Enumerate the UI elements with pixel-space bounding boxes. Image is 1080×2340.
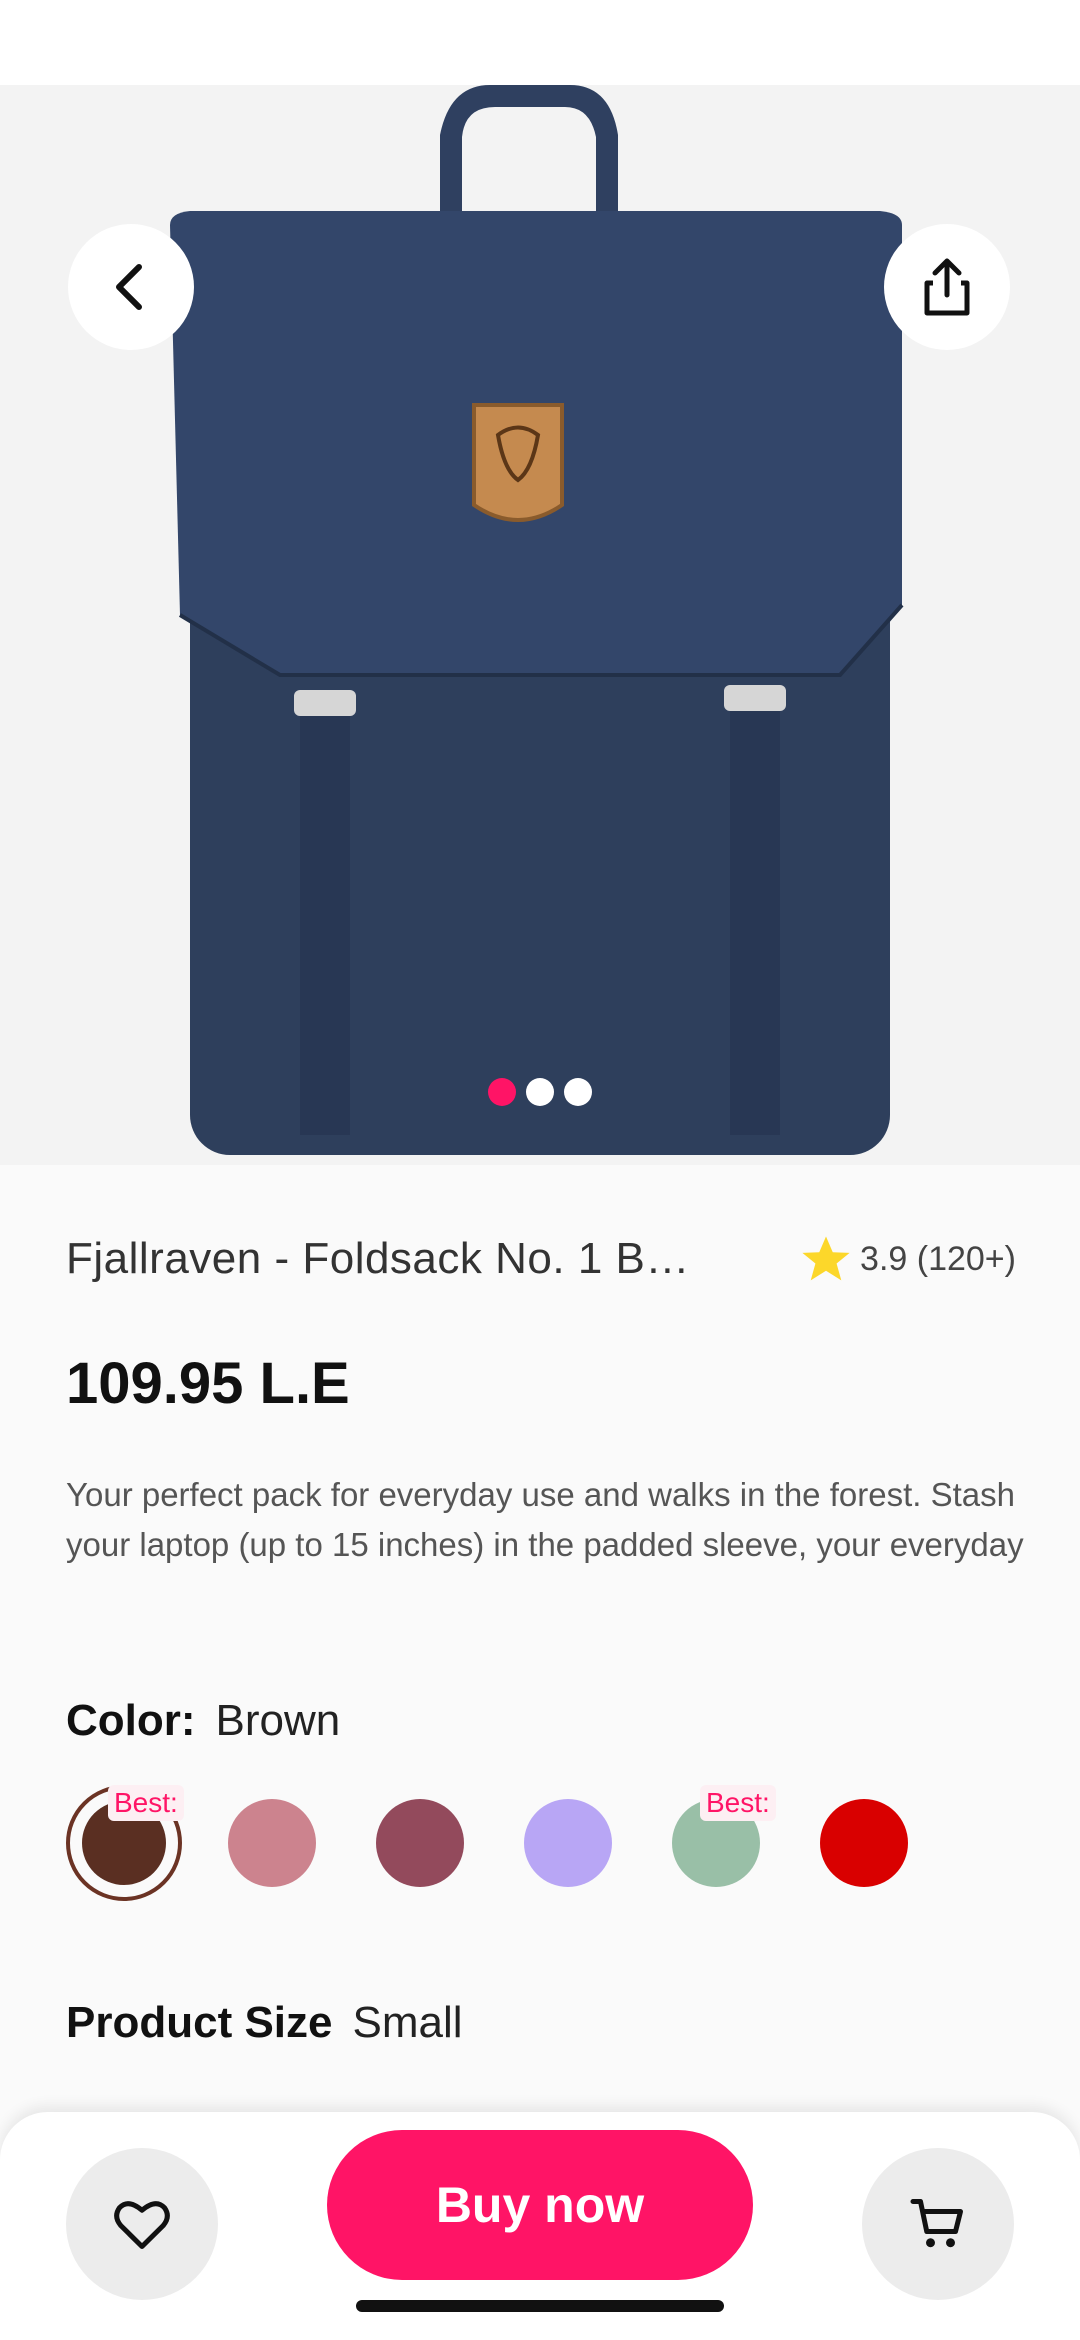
color-swatch[interactable] [510, 1785, 626, 1901]
star-icon [802, 1236, 850, 1281]
color-swatch[interactable] [214, 1785, 330, 1901]
carousel-dot[interactable] [526, 1078, 554, 1106]
swatch-color [820, 1799, 908, 1887]
chevron-left-icon [116, 264, 142, 310]
product-image-carousel[interactable] [0, 85, 1080, 1165]
share-button[interactable] [884, 224, 1010, 350]
color-swatches: Best: Best: [66, 1785, 1016, 1905]
product-title: Fjallraven - Foldsack No. 1 B… [66, 1234, 690, 1283]
color-swatch[interactable] [362, 1785, 478, 1901]
product-price: 109.95 L.E [66, 1351, 350, 1416]
heart-icon [114, 2201, 170, 2249]
color-selector-header: Color: Brown [66, 1696, 340, 1746]
home-indicator [356, 2300, 724, 2312]
swatch-color [376, 1799, 464, 1887]
carousel-dot[interactable] [564, 1078, 592, 1106]
cart-icon [910, 2199, 963, 2248]
share-icon [924, 258, 970, 316]
swatch-color [524, 1799, 612, 1887]
swatch-color [228, 1799, 316, 1887]
product-image [170, 85, 904, 1155]
product-description: Your perfect pack for everyday use and w… [66, 1476, 1024, 1563]
carousel-indicator [0, 1078, 1080, 1106]
favorite-button[interactable] [66, 2148, 218, 2300]
buy-now-button[interactable]: Buy now [327, 2130, 753, 2280]
color-swatch[interactable]: Best: [66, 1785, 184, 1901]
color-label: Color: [66, 1696, 196, 1745]
size-selector-header: Product Size Small [66, 1998, 463, 2048]
best-badge: Best: [108, 1785, 184, 1821]
best-badge: Best: [700, 1785, 776, 1821]
product-header: Fjallraven - Foldsack No. 1 B… 3.9 (120+… [66, 1232, 1016, 1286]
status-bar [0, 0, 1080, 85]
rating-text: 3.9 (120+) [860, 1239, 1016, 1278]
carousel-dot[interactable] [488, 1078, 516, 1106]
cart-button[interactable] [862, 2148, 1014, 2300]
color-swatch[interactable]: Best: [658, 1785, 776, 1901]
rating: 3.9 (120+) [798, 1232, 1016, 1286]
selected-size: Small [352, 1998, 463, 2047]
back-button[interactable] [68, 224, 194, 350]
size-label: Product Size [66, 1998, 333, 2047]
color-swatch[interactable] [806, 1785, 922, 1901]
selected-color: Brown [215, 1696, 341, 1745]
